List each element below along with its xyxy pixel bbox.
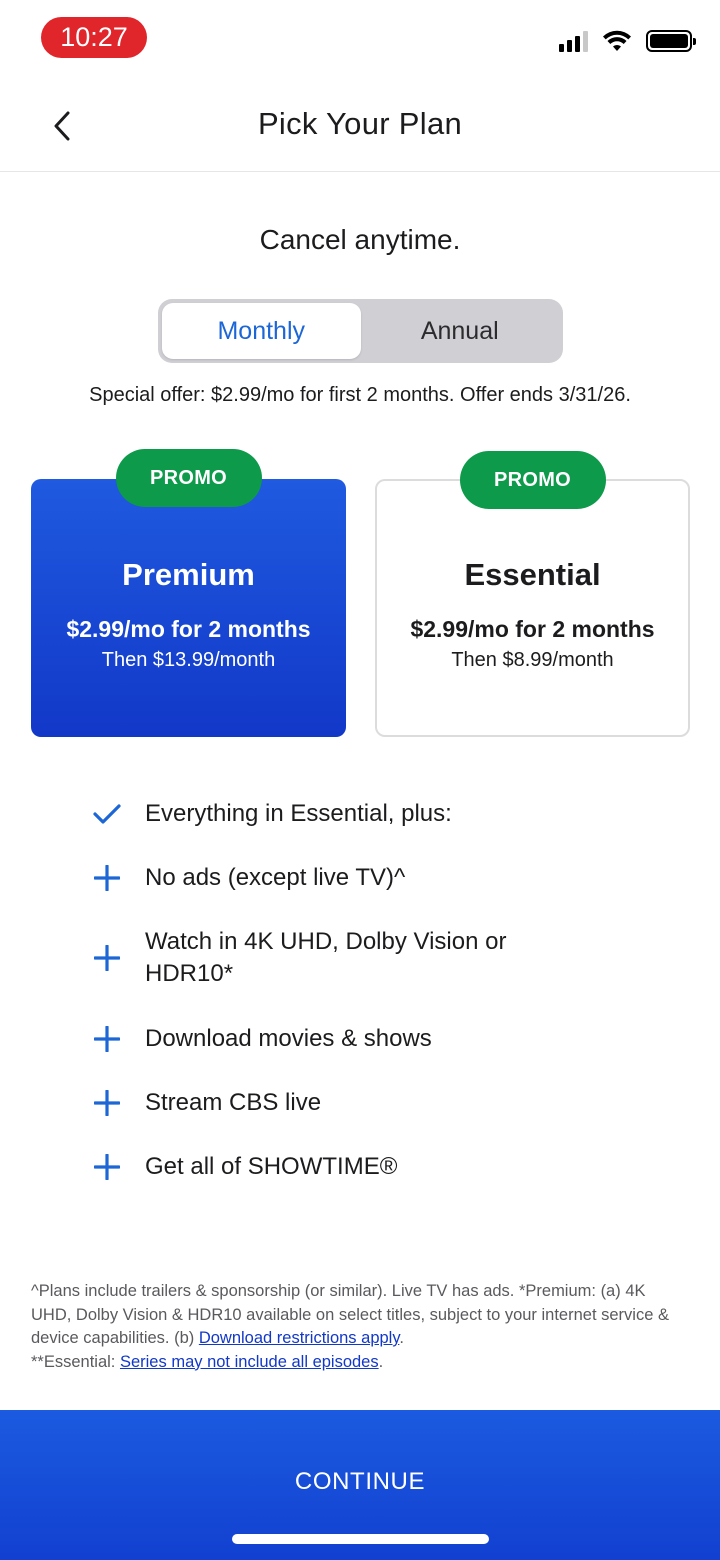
page-title: Pick Your Plan [257, 106, 463, 141]
toggle-annual[interactable]: Annual [361, 303, 560, 359]
wifi-icon [603, 30, 631, 51]
status-icons [559, 30, 696, 52]
promo-badge: PROMO [115, 449, 262, 507]
footnote-text: . [378, 1352, 384, 1371]
feature-text: No ads (except live TV)^ [145, 864, 406, 891]
continue-label: CONTINUE [294, 1468, 426, 1495]
status-time: 10:27 [41, 17, 147, 58]
feature-text: Watch in 4K UHD, Dolby Vision or HDR10* [145, 928, 507, 987]
feature-item: Stream CBS live [90, 1086, 660, 1120]
plus-icon [90, 861, 124, 895]
plan-regular-price: Then $8.99/month [451, 649, 614, 671]
feature-text: Stream CBS live [145, 1089, 322, 1116]
plan-name: Essential [464, 557, 601, 592]
special-offer-text: Special offer: $2.99/mo for first 2 mont… [89, 384, 631, 406]
status-bar: 10:27 [0, 0, 720, 80]
plus-icon [90, 941, 124, 975]
home-indicator [232, 1534, 489, 1544]
feature-item: Get all of SHOWTIME® [90, 1150, 660, 1184]
feature-item: Watch in 4K UHD, Dolby Vision or HDR10* [90, 926, 560, 990]
feature-text: Get all of SHOWTIME® [145, 1153, 398, 1180]
footnote-text: **Essential: [31, 1352, 120, 1371]
legal-footnote: ^Plans include trailers & sponsorship (o… [31, 1280, 680, 1374]
plan-card-premium[interactable]: PROMO Premium $2.99/mo for 2 months Then… [31, 449, 346, 737]
plan-picker-screen: 10:27 Pick Your Plan Cancel anytime. Mon… [0, 0, 720, 1560]
check-icon [90, 797, 124, 831]
download-restrictions-link[interactable]: Download restrictions apply [199, 1329, 400, 1347]
series-episodes-link[interactable]: Series may not include all episodes [120, 1353, 379, 1371]
billing-period-toggle: Monthly Annual [158, 299, 563, 363]
toggle-monthly[interactable]: Monthly [162, 303, 361, 359]
feature-item: Download movies & shows [90, 1022, 660, 1056]
plan-promo-price: $2.99/mo for 2 months [66, 616, 311, 642]
plan-card-essential[interactable]: PROMO Essential $2.99/mo for 2 months Th… [375, 451, 690, 737]
cancel-anytime-text: Cancel anytime. [259, 224, 461, 255]
plan-promo-price: $2.99/mo for 2 months [410, 616, 655, 642]
plan-name: Premium [122, 557, 255, 592]
promo-badge: PROMO [459, 451, 606, 509]
plan-regular-price: Then $13.99/month [101, 649, 276, 671]
plus-icon [90, 1022, 124, 1056]
feature-item: Everything in Essential, plus: [90, 797, 660, 831]
feature-text: Everything in Essential, plus: [145, 800, 452, 827]
plus-icon [90, 1086, 124, 1120]
feature-text: Download movies & shows [145, 1025, 432, 1052]
feature-item: No ads (except live TV)^ [90, 861, 660, 895]
footnote-text: . [399, 1329, 404, 1347]
cellular-signal-icon [559, 30, 588, 52]
header: Pick Your Plan [0, 80, 720, 172]
plus-icon [90, 1150, 124, 1184]
battery-icon [646, 30, 696, 52]
